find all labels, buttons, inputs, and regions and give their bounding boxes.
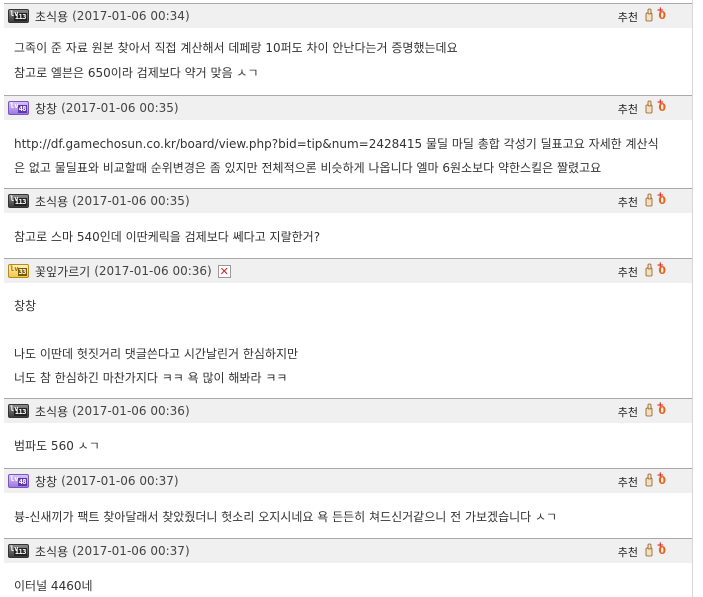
comment-body: 이터널 4460네 (14, 568, 682, 596)
comment-date: (2017-01-06 00:37) (61, 474, 179, 488)
comment-item: lv 48 창창 (2017-01-06 00:35) 추천 + 0 http:/… (0, 95, 692, 187)
comment-body: http://df.gamechosun.co.kr/board/view.ph… (14, 125, 682, 185)
comment-item: lv 48 창창 (2017-01-06 00:37) 추천 + 0 븅-신새끼가… (0, 468, 692, 538)
comment-date: (2017-01-06 00:35) (72, 194, 190, 208)
recommend-label: 추천 (617, 406, 638, 419)
recommend-label: 추천 (617, 11, 638, 24)
author-name[interactable]: 초식용 (35, 8, 68, 25)
thumbs-up-icon[interactable] (644, 8, 654, 22)
comment-header: lv 48 창창 (2017-01-06 00:35) 추천 + 0 (4, 95, 692, 120)
recommend-count: 0 (658, 474, 666, 487)
comment-header: lv 113 초식용 (2017-01-06 00:36) 추천 + 0 (4, 398, 692, 423)
comment-header: lv 48 창창 (2017-01-06 00:37) 추천 + 0 (4, 468, 692, 493)
comment-header: lv 33 꽃잎가르기 (2017-01-06 00:36) ✕ 추천 + 0 (4, 258, 692, 283)
comment-date: (2017-01-06 00:35) (61, 101, 179, 115)
level-badge-icon: lv 113 (8, 9, 29, 23)
comment-header: lv 113 초식용 (2017-01-06 00:35) 추천 + 0 (4, 188, 692, 213)
thumbs-up-icon[interactable] (644, 263, 654, 277)
comment-list: lv 113 초식용 (2017-01-06 00:34) 추천 + 0 그족이 … (0, 0, 693, 597)
comment-line: 범파도 560 ㅅㄱ (14, 439, 100, 453)
level-badge-icon: lv 48 (8, 474, 29, 488)
comment-line: http://df.gamechosun.co.kr/board/view.ph… (14, 137, 659, 151)
comment-line: 븅-신새끼가 팩트 찾아달래서 찾았줬더니 헛소리 오지시네요 욕 든든히 쳐드… (14, 510, 558, 524)
comment-date: (2017-01-06 00:37) (72, 544, 190, 558)
comment-line: 참고로 스마 540인데 이딴케릭을 검제보다 쎄다고 지랄한거? (14, 230, 321, 244)
comment-item: lv 33 꽃잎가르기 (2017-01-06 00:36) ✕ 추천 + 0 창… (0, 258, 692, 398)
author-name[interactable]: 초식용 (35, 193, 68, 210)
level-badge-icon: lv 113 (8, 194, 29, 208)
level-badge-icon: lv 113 (8, 544, 29, 558)
comment-date: (2017-01-06 00:36) (72, 404, 190, 418)
recommend-label: 추천 (617, 196, 638, 209)
thumbs-up-icon[interactable] (644, 473, 654, 487)
recommend-count: 0 (658, 101, 666, 114)
comment-item: lv 113 초식용 (2017-01-06 00:35) 추천 + 0 참고로 … (0, 188, 692, 258)
recommend-label: 추천 (617, 546, 638, 559)
author-name[interactable]: 창창 (35, 473, 57, 490)
recommend-label: 추천 (617, 266, 638, 279)
comment-body: 창창 나도 이딴데 헛짓거리 댓글쓴다고 시간날린거 한심하지만 너도 참 한심… (14, 288, 682, 396)
recommend-count: 0 (658, 9, 666, 22)
level-badge-icon: lv 33 (8, 264, 29, 278)
comment-item: lv 113 초식용 (2017-01-06 00:36) 추천 + 0 범파도 … (0, 398, 692, 468)
comment-line: 이터널 4460네 (14, 579, 93, 593)
comment-body: 그족이 준 자료 원본 찾아서 직접 계산해서 데페랑 10퍼도 차이 안난다는… (14, 30, 682, 90)
comment-line: 창창 (14, 299, 37, 313)
comment-item: lv 113 초식용 (2017-01-06 00:37) 추천 + 0 이터널 … (0, 538, 692, 597)
comment-line: 참고로 엘븐은 650이라 검제보다 약거 맞음 ㅅㄱ (14, 66, 259, 80)
comment-header: lv 113 초식용 (2017-01-06 00:37) 추천 + 0 (4, 538, 692, 563)
author-name[interactable]: 창창 (35, 100, 57, 117)
recommend-count: 0 (658, 544, 666, 557)
thumbs-up-icon[interactable] (644, 100, 654, 114)
comment-line: 너도 참 한심하긴 마찬가지다 ㅋㅋ 욕 많이 해봐라 ㅋㅋ (14, 371, 288, 385)
recommend-count: 0 (658, 194, 666, 207)
comment-line: 은 없고 물딜표와 비교할때 순위변경은 좀 있지만 전체적으론 비슷하게 나옵… (14, 161, 602, 175)
recommend-label: 추천 (617, 103, 638, 116)
author-name[interactable]: 초식용 (35, 543, 68, 560)
level-badge-icon: lv 113 (8, 404, 29, 418)
thumbs-up-icon[interactable] (644, 543, 654, 557)
comment-body: 참고로 스마 540인데 이딴케릭을 검제보다 쎄다고 지랄한거? (14, 218, 682, 254)
recommend-count: 0 (658, 264, 666, 277)
comment-line: 나도 이딴데 헛짓거리 댓글쓴다고 시간날린거 한심하지만 (14, 347, 299, 361)
comment-header: lv 113 초식용 (2017-01-06 00:34) 추천 + 0 (4, 3, 692, 28)
level-badge-icon: lv 48 (8, 101, 29, 115)
comment-body: 범파도 560 ㅅㄱ (14, 428, 682, 464)
comment-date: (2017-01-06 00:34) (72, 9, 190, 23)
comment-line: 그족이 준 자료 원본 찾아서 직접 계산해서 데페랑 10퍼도 차이 안난다는… (14, 41, 458, 55)
thumbs-up-icon[interactable] (644, 193, 654, 207)
thumbs-up-icon[interactable] (644, 403, 654, 417)
recommend-count: 0 (658, 404, 666, 417)
author-name[interactable]: 꽃잎가르기 (35, 263, 90, 280)
recommend-label: 추천 (617, 476, 638, 489)
comment-date: (2017-01-06 00:36) (94, 264, 212, 278)
comment-item: lv 113 초식용 (2017-01-06 00:34) 추천 + 0 그족이 … (0, 0, 692, 95)
delete-icon[interactable]: ✕ (217, 264, 231, 278)
comment-body: 븅-신새끼가 팩트 찾아달래서 찾았줬더니 헛소리 오지시네요 욕 든든히 쳐드… (14, 498, 682, 534)
author-name[interactable]: 초식용 (35, 403, 68, 420)
